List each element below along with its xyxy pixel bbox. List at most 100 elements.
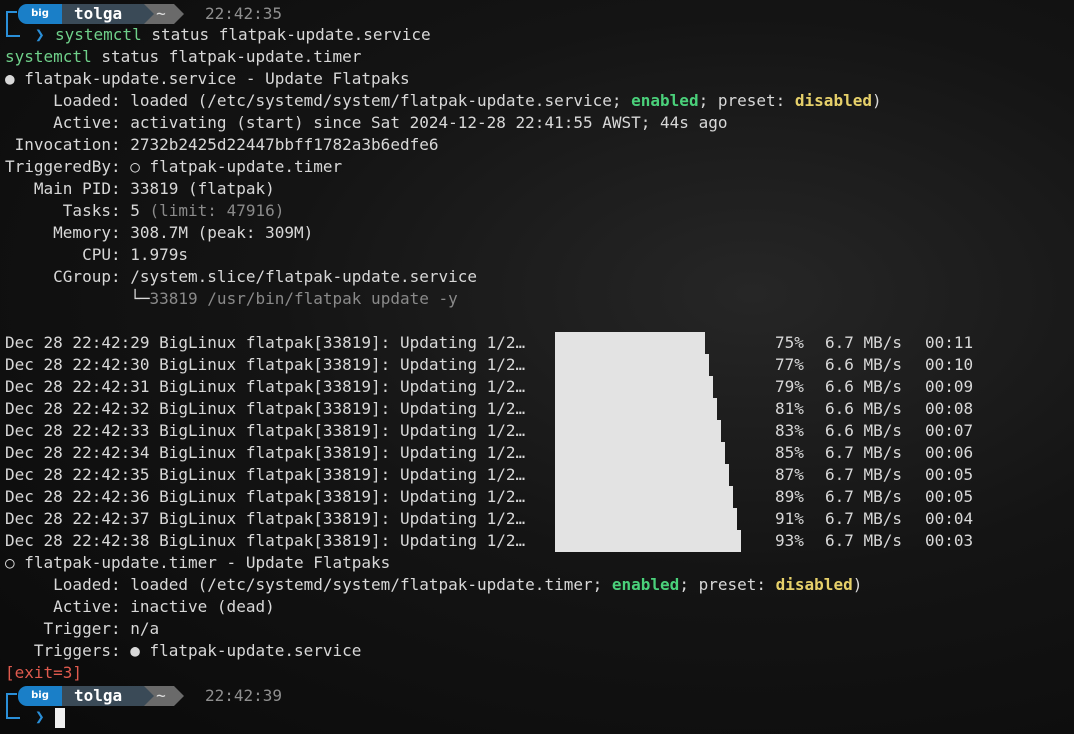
log-line: Dec 28 22:42:35 BigLinux flatpak[33819]:… [5, 465, 526, 484]
service-header: ● flatpak-update.service - Update Flatpa… [5, 69, 410, 88]
progress-percent: 83% [775, 421, 804, 440]
progress-percent: 87% [775, 465, 804, 484]
prompt-bracket-bottom [6, 23, 20, 37]
prompt-time: 22:42:35 [205, 4, 283, 23]
service-cgroup: CGroup: /system.slice/flatpak-update.ser… [5, 267, 478, 286]
progress-percent: 85% [775, 443, 804, 462]
time-remaining: 00:05 [925, 465, 974, 484]
enabled-label: enabled [631, 91, 699, 110]
exit-status: [exit=3] [5, 663, 83, 682]
timer-trigger: Trigger: n/a [5, 619, 160, 638]
progress-bar [555, 354, 709, 376]
service-triggered-by: TriggeredBy: ○ flatpak-update.timer [5, 157, 343, 176]
progress-bar [555, 442, 725, 464]
progress-bar [555, 508, 737, 530]
log-line: Dec 28 22:42:32 BigLinux flatpak[33819]:… [5, 399, 526, 418]
log-line: Dec 28 22:42:37 BigLinux flatpak[33819]:… [5, 509, 526, 528]
loaded-text: Loaded: loaded (/etc/systemd/system/flat… [5, 575, 612, 594]
progress-percent: 79% [775, 377, 804, 396]
progress-percent: 93% [775, 531, 804, 550]
preset-text: ; preset: [698, 91, 795, 110]
progress-percent: 89% [775, 487, 804, 506]
timer-loaded: Loaded: loaded (/etc/systemd/system/flat… [5, 574, 862, 596]
transfer-speed: 6.7 MB/s [825, 531, 903, 550]
service-active: Active: activating (start) since Sat 202… [5, 113, 728, 132]
progress-percent: 77% [775, 355, 804, 374]
transfer-speed: 6.7 MB/s [825, 443, 903, 462]
log-line: Dec 28 22:42:34 BigLinux flatpak[33819]:… [5, 443, 526, 462]
time-remaining: 00:09 [925, 377, 974, 396]
cgroup-process: 33819 /usr/bin/flatpak update -y [149, 289, 458, 308]
text-cursor[interactable] [55, 708, 65, 728]
service-cpu: CPU: 1.979s [5, 245, 189, 264]
command-args: status flatpak-update.service [141, 25, 431, 44]
prompt-line: big tolga ~ 22:42:39 [0, 684, 1074, 706]
enabled-label: enabled [611, 575, 680, 594]
progress-bar [555, 464, 729, 486]
time-remaining: 00:05 [925, 487, 974, 506]
service-loaded: Loaded: loaded (/etc/systemd/system/flat… [5, 90, 882, 112]
command-text: systemctl status flatpak-update.service [55, 24, 431, 46]
log-line: Dec 28 22:42:33 BigLinux flatpak[33819]:… [5, 421, 526, 440]
prompt-bracket-bottom [6, 705, 20, 719]
transfer-speed: 6.6 MB/s [825, 421, 903, 440]
command-line-2: systemctl status flatpak-update.timer [5, 46, 361, 68]
distro-logo-icon: big [18, 686, 72, 706]
service-memory: Memory: 308.7M (peak: 309M) [5, 223, 314, 242]
log-line: Dec 28 22:42:30 BigLinux flatpak[33819]:… [5, 355, 526, 374]
tree-connector: └─ [5, 289, 150, 308]
command-args: status flatpak-update.timer [91, 47, 362, 66]
paren-close: ) [852, 575, 863, 594]
progress-percent: 75% [775, 333, 804, 352]
transfer-speed: 6.7 MB/s [825, 487, 903, 506]
progress-percent: 91% [775, 509, 804, 528]
tasks-text: Tasks: 5 [5, 201, 150, 220]
time-remaining: 00:10 [925, 355, 974, 374]
time-remaining: 00:06 [925, 443, 974, 462]
progress-percent: 81% [775, 399, 804, 418]
log-line: Dec 28 22:42:29 BigLinux flatpak[33819]:… [5, 333, 526, 352]
time-remaining: 00:03 [925, 531, 974, 550]
prompt-chevron-icon: ❯ [35, 25, 45, 44]
transfer-speed: 6.7 MB/s [825, 465, 903, 484]
distro-logo-icon: big [18, 4, 72, 24]
preset-text: ; preset: [679, 575, 776, 594]
disabled-label: disabled [775, 575, 853, 594]
command-name: systemctl [55, 25, 142, 44]
time-remaining: 00:08 [925, 399, 974, 418]
prompt-chevron-icon: ❯ [35, 707, 45, 726]
log-line: Dec 28 22:42:38 BigLinux flatpak[33819]:… [5, 531, 526, 550]
service-invocation: Invocation: 2732b2425d22447bbff1782a3b6e… [5, 135, 439, 154]
service-tasks: Tasks: 5 (limit: 47916) [5, 200, 285, 222]
time-remaining: 00:07 [925, 421, 974, 440]
timer-header: ○ flatpak-update.timer - Update Flatpaks [5, 553, 391, 572]
progress-bar [555, 376, 713, 398]
time-remaining: 00:11 [925, 333, 974, 352]
log-line: Dec 28 22:42:36 BigLinux flatpak[33819]:… [5, 487, 526, 506]
transfer-speed: 6.6 MB/s [825, 377, 903, 396]
prompt-time: 22:42:39 [205, 686, 283, 705]
paren-close: ) [871, 91, 882, 110]
disabled-label: disabled [794, 91, 872, 110]
terminal-window[interactable]: big tolga ~ 22:42:35 ❯ systemctl status … [0, 0, 1074, 734]
command-line-1: ❯ systemctl status flatpak-update.servic… [0, 23, 1074, 46]
service-cgroup-tree: └─33819 /usr/bin/flatpak update -y [5, 288, 458, 310]
timer-active: Active: inactive (dead) [5, 597, 275, 616]
service-main-pid: Main PID: 33819 (flatpak) [5, 179, 275, 198]
progress-bar [555, 486, 733, 508]
progress-bar [555, 332, 705, 354]
progress-bar [555, 398, 717, 420]
tasks-limit: (limit: 47916) [149, 201, 285, 220]
transfer-speed: 6.6 MB/s [825, 399, 903, 418]
prompt-line: big tolga ~ 22:42:35 [0, 2, 1074, 24]
timer-triggers: Triggers: ● flatpak-update.service [5, 641, 362, 660]
time-remaining: 00:04 [925, 509, 974, 528]
command-name: systemctl [5, 47, 92, 66]
transfer-speed: 6.7 MB/s [825, 509, 903, 528]
progress-bar [555, 420, 721, 442]
progress-bar [555, 530, 741, 552]
prompt-user: tolga [62, 4, 154, 24]
command-line-input[interactable]: ❯ [0, 705, 1074, 728]
log-line: Dec 28 22:42:31 BigLinux flatpak[33819]:… [5, 377, 526, 396]
transfer-speed: 6.7 MB/s [825, 333, 903, 352]
